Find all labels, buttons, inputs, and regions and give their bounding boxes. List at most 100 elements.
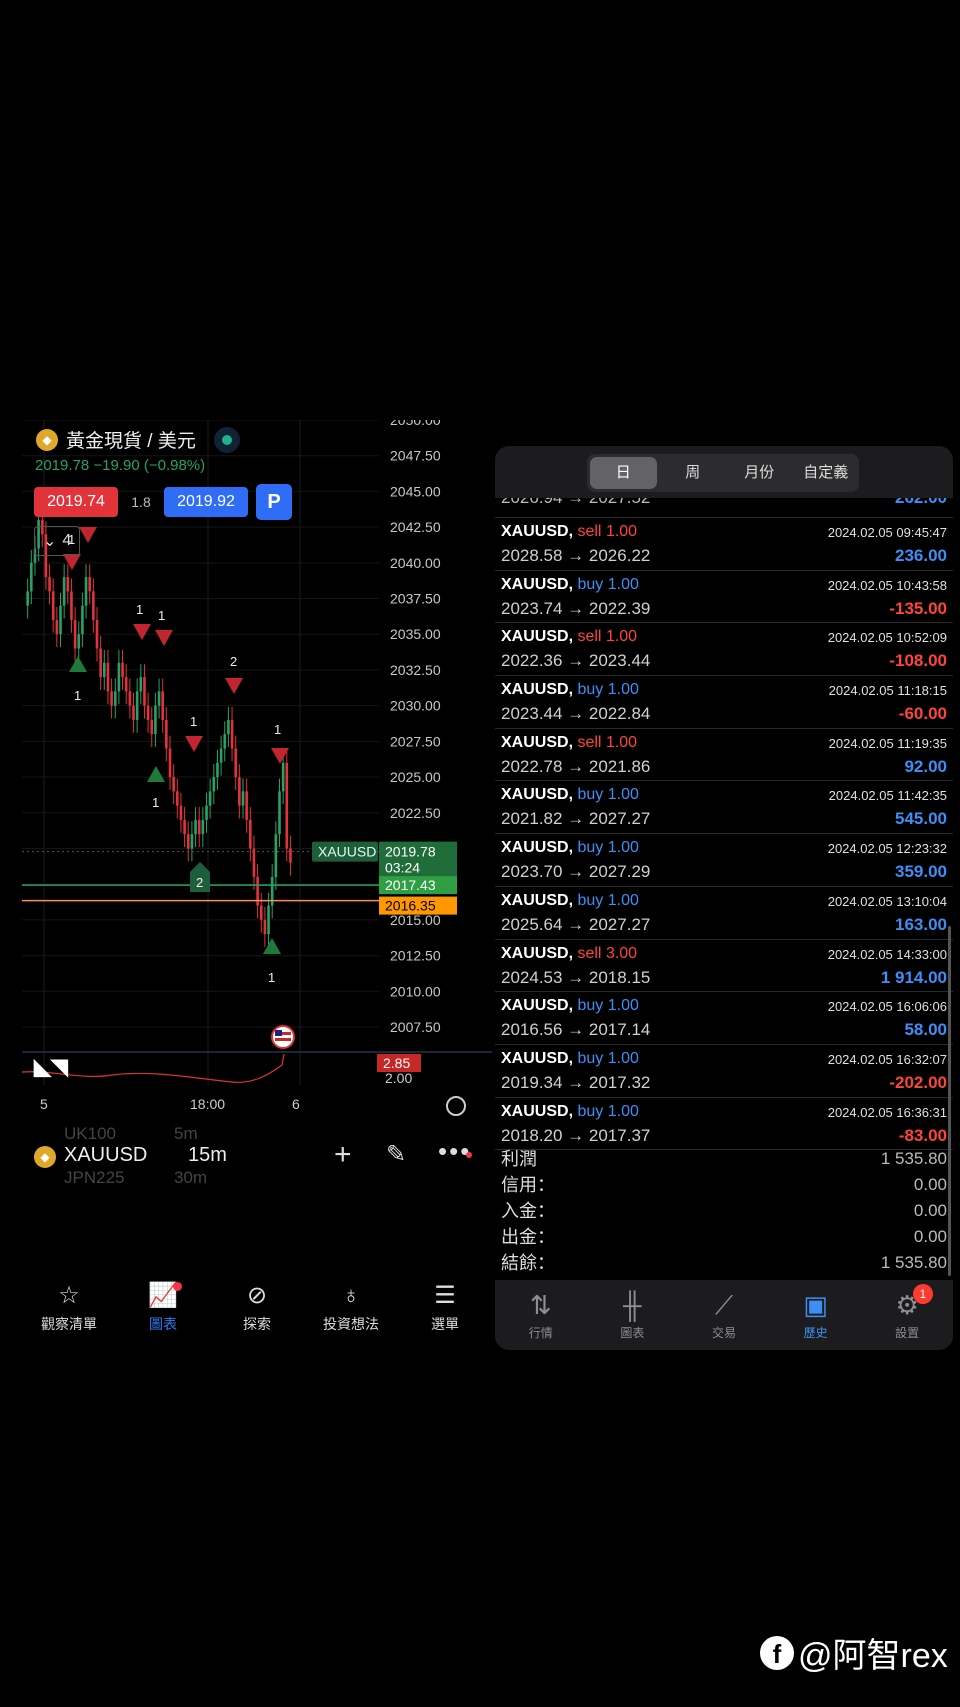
buy-button[interactable]: 2019.92 — [164, 487, 248, 517]
trade-prices: 2024.53 → 2018.15 — [501, 967, 651, 987]
candle-body — [234, 748, 237, 778]
nav-watchlist[interactable]: ☆ 觀察清單 — [22, 1282, 116, 1342]
tab-week[interactable]: 周 — [660, 454, 727, 492]
bid-ask-bar: 2019.74 1.8 2019.92 P — [34, 484, 292, 520]
price-tick: 2042.50 — [390, 519, 441, 535]
candle-body — [92, 591, 95, 620]
trade-row[interactable]: XAUUSD, buy 1.00 2024.02.05 16:06:06 2016.… — [495, 992, 953, 1045]
trade-pnl: -60.00 — [898, 704, 947, 724]
trade-row[interactable]: XAUUSD, sell 1.00 2024.02.05 09:45:47 2028… — [495, 518, 953, 571]
nav-trade[interactable]: ⟋ 交易 — [678, 1280, 770, 1350]
trade-time: 2024.02.05 10:52:09 — [827, 630, 947, 646]
nav-quotes[interactable]: ⇅ 行情 — [495, 1280, 587, 1350]
candle-body — [219, 748, 223, 763]
trade-side: sell 1.00 — [577, 523, 638, 540]
tab-month[interactable]: 月份 — [726, 454, 793, 492]
symbol-bar: UK100 5m JPN225 30m ◆ XAUUSD 15m + ✎ ••• — [22, 1124, 492, 1187]
candle-body — [281, 762, 285, 792]
candle-body — [252, 848, 256, 878]
nav-history[interactable]: ▣ 歷史 — [770, 1280, 862, 1350]
star-icon: ☆ — [58, 1282, 80, 1309]
trade-side: buy 1.00 — [577, 997, 639, 1015]
tv-bottom-nav: ☆ 觀察清單 📈 圖表 ⊘ 探索 ♁ 投資想法 ☰ 選單 — [22, 1282, 492, 1342]
nav-explore[interactable]: ⊘ 探索 — [210, 1282, 304, 1342]
trade-side: buy 1.00 — [577, 839, 639, 857]
symbol-selector[interactable]: XAUUSD — [64, 1144, 147, 1167]
candle-body — [285, 762, 289, 849]
pen-icon[interactable]: ✎ — [386, 1140, 406, 1169]
quotes-icon: ⇅ — [529, 1290, 552, 1320]
candle-body — [289, 848, 292, 863]
trade-list[interactable]: 2026.94 → 2027.52 262.00 XAUUSD, sell 1.… — [495, 498, 953, 1151]
nav-ideas[interactable]: ♁ 投資想法 — [304, 1282, 398, 1342]
nav-chart[interactable]: 📈 圖表 — [116, 1282, 210, 1342]
trade-row[interactable]: XAUUSD, buy 1.00 2024.02.05 16:32:07 2019.… — [495, 1045, 953, 1098]
price-tick: 2040.00 — [390, 555, 441, 571]
candle-body — [201, 819, 205, 835]
trade-pnl: 163.00 — [895, 914, 947, 934]
candle-body — [267, 905, 270, 935]
time-tick: 18:00 — [190, 1096, 226, 1112]
sell-signal-marker — [155, 630, 173, 646]
broker-logo-button[interactable]: P — [256, 484, 292, 520]
candle-body — [249, 819, 252, 849]
candle-body — [77, 634, 81, 649]
trade-prices: 2018.20 → 2017.37 — [501, 1125, 651, 1145]
more-icon[interactable]: ••• — [438, 1136, 471, 1167]
nav-menu[interactable]: ☰ 選單 — [398, 1282, 492, 1342]
symbol-title[interactable]: 黃金現貨 / 美元 — [66, 426, 196, 453]
sell-button[interactable]: 2019.74 — [34, 487, 118, 517]
nav-settings[interactable]: ⚙ 1 設置 — [861, 1280, 953, 1350]
chart-settings-icon[interactable] — [446, 1096, 466, 1116]
trade-prices: 2025.64 → 2027.27 — [501, 914, 651, 934]
trade-symbol: XAUUSD, buy 1.00 — [501, 891, 639, 909]
candle-body — [190, 834, 194, 849]
trade-row[interactable]: XAUUSD, sell 3.00 2024.02.05 14:33:00 2024… — [495, 940, 953, 993]
settings-badge: 1 — [912, 1284, 933, 1304]
timeframe-selector[interactable]: 15m — [188, 1144, 227, 1167]
flag-canton — [275, 1030, 282, 1036]
price-tick: 2025.00 — [390, 769, 441, 785]
candle-body — [55, 619, 59, 635]
chart-icon: 📈 — [148, 1282, 182, 1310]
plus-icon[interactable]: + — [334, 1138, 352, 1172]
market-open-icon[interactable] — [213, 426, 240, 453]
quote-line: 2019.78 −19.90 (−0.98%) — [35, 457, 206, 474]
indicators-toggle[interactable]: ⌄ 4 — [34, 526, 81, 556]
trade-row[interactable]: XAUUSD, buy 1.00 2024.02.05 11:18:15 2023.… — [495, 676, 953, 729]
signal-label: 1 — [274, 722, 281, 737]
trade-symbol: XAUUSD, sell 1.00 — [501, 733, 638, 751]
candle-body — [212, 777, 216, 792]
partial-trade-row[interactable]: 2026.94 → 2027.52 262.00 — [495, 498, 953, 518]
indicator-level-text: 2.00 — [385, 1070, 412, 1086]
trade-symbol: XAUUSD, buy 1.00 — [501, 997, 639, 1015]
history-icon: ▣ — [803, 1290, 828, 1320]
signal-label: 1 — [268, 970, 275, 985]
candle-body — [197, 819, 201, 835]
candle-body — [227, 719, 230, 735]
trade-row[interactable]: XAUUSD, buy 1.00 2024.02.05 16:36:31 2018.… — [495, 1098, 953, 1151]
trade-prices: 2016.56 → 2017.14 — [501, 1020, 651, 1040]
orange-line-text: 2016.35 — [385, 898, 436, 914]
trade-row[interactable]: XAUUSD, buy 1.00 2024.02.05 13:10:04 2025.… — [495, 887, 953, 940]
trade-pnl: -202.00 — [889, 1072, 947, 1092]
tab-day[interactable]: 日 — [590, 457, 657, 489]
scrollbar[interactable] — [948, 926, 951, 1276]
candle-body — [128, 691, 132, 706]
trade-row[interactable]: XAUUSD, buy 1.00 2024.02.05 10:43:58 2023.… — [495, 571, 953, 624]
candle-body — [205, 805, 208, 820]
trade-pnl: -108.00 — [889, 651, 947, 671]
price-chart[interactable]: 2050.00 2047.50 2045.00 2042.50 2040.00 2037.… — [22, 420, 492, 1100]
nav-charts[interactable]: ╫ 圖表 — [587, 1280, 679, 1350]
candle-body — [88, 577, 91, 592]
candle-body — [103, 662, 106, 678]
tab-custom[interactable]: 自定義 — [793, 454, 860, 492]
trade-row[interactable]: XAUUSD, sell 1.00 2024.02.05 11:19:35 2022… — [495, 729, 953, 782]
trade-row[interactable]: XAUUSD, sell 1.00 2024.02.05 10:52:09 2022… — [495, 623, 953, 677]
buy-signal-marker — [69, 656, 87, 672]
candle-body — [208, 791, 212, 806]
trade-time: 2024.02.05 16:06:06 — [827, 999, 947, 1015]
trade-row[interactable]: XAUUSD, buy 1.00 2024.02.05 12:23:32 2023.… — [495, 834, 953, 887]
time-axis: 5 18:00 6 — [22, 1092, 492, 1120]
trade-row[interactable]: XAUUSD, buy 1.00 2024.02.05 11:42:35 2021.… — [495, 781, 953, 835]
